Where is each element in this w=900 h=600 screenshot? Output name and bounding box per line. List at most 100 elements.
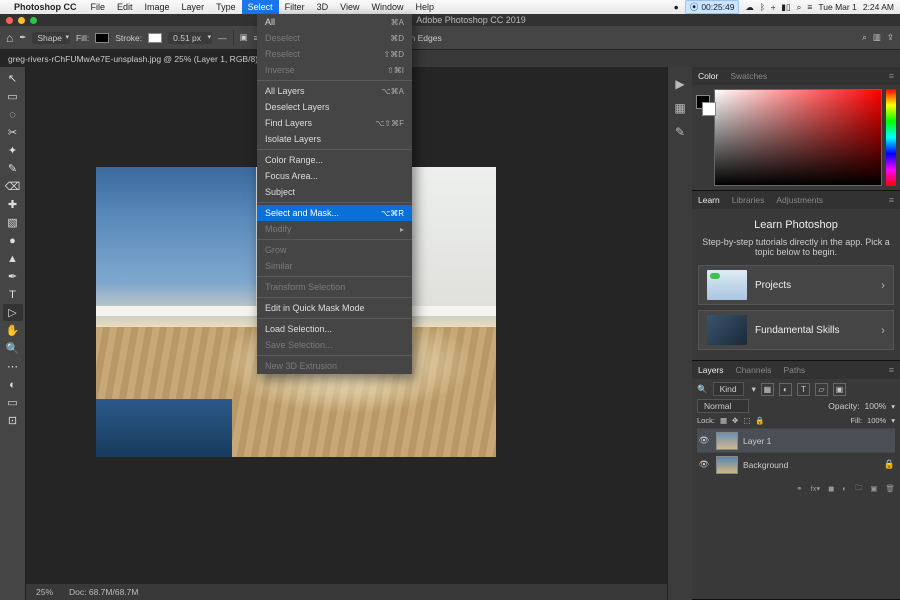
adjustment-icon[interactable]: ◐ bbox=[842, 484, 847, 493]
menubar-date[interactable]: Tue Mar 1 bbox=[818, 2, 856, 12]
tool-12[interactable]: T bbox=[3, 286, 23, 303]
menu-layer[interactable]: Layer bbox=[176, 0, 211, 14]
fill-swatch[interactable] bbox=[95, 33, 109, 43]
menubar-timer[interactable]: ⦿00:25:49 bbox=[685, 0, 740, 14]
menu-item-select-and-mask-[interactable]: Select and Mask...⌥⌘R bbox=[257, 205, 412, 221]
history-icon[interactable]: ▦ bbox=[674, 101, 685, 115]
expand-icon[interactable]: ▶ bbox=[675, 77, 684, 91]
cloud-icon[interactable]: ☁ bbox=[745, 2, 754, 13]
filter-pixel-icon[interactable]: ▦ bbox=[761, 383, 774, 396]
menu-item-subject[interactable]: Subject bbox=[257, 184, 412, 200]
tool-15[interactable]: 🔍 bbox=[3, 340, 23, 357]
tab-channels[interactable]: Channels bbox=[736, 365, 772, 375]
tab-libraries[interactable]: Libraries bbox=[732, 195, 765, 205]
menu-help[interactable]: Help bbox=[409, 0, 440, 14]
path-ops-icon[interactable]: ▣ bbox=[240, 32, 248, 43]
tool-4[interactable]: ✦ bbox=[3, 142, 23, 159]
menu-item-deselect-layers[interactable]: Deselect Layers bbox=[257, 99, 412, 115]
menu-item-focus-area-[interactable]: Focus Area... bbox=[257, 168, 412, 184]
lock-position-icon[interactable]: ✥ bbox=[732, 416, 738, 425]
tool-13[interactable]: ▷ bbox=[3, 304, 23, 321]
panel-menu-icon[interactable]: ≡ bbox=[889, 195, 894, 205]
visibility-icon[interactable]: 👁 bbox=[697, 459, 711, 470]
brush-icon[interactable]: ✎ bbox=[675, 125, 685, 139]
tool-3[interactable]: ✂ bbox=[3, 124, 23, 141]
menu-item-edit-in-quick-mask-mode[interactable]: Edit in Quick Mask Mode bbox=[257, 300, 412, 316]
menu-image[interactable]: Image bbox=[139, 0, 176, 14]
menu-filter[interactable]: Filter bbox=[279, 0, 311, 14]
zoom-level[interactable]: 25% bbox=[36, 587, 53, 597]
link-layers-icon[interactable]: ⚭ bbox=[796, 484, 802, 493]
menu-item-find-layers[interactable]: Find Layers⌥⇧⌘F bbox=[257, 115, 412, 131]
tool-2[interactable]: ◌ bbox=[3, 106, 23, 123]
delete-icon[interactable]: 🗑 bbox=[885, 484, 895, 493]
tool-18[interactable]: ▭ bbox=[3, 394, 23, 411]
filter-smart-icon[interactable]: ▣ bbox=[833, 383, 846, 396]
menu-edit[interactable]: Edit bbox=[111, 0, 139, 14]
search-icon[interactable]: ⌕ bbox=[862, 32, 867, 43]
group-icon[interactable]: 🗀 bbox=[855, 482, 863, 495]
home-icon[interactable]: ⌂ bbox=[6, 31, 13, 45]
menu-item-color-range-[interactable]: Color Range... bbox=[257, 152, 412, 168]
battery-icon[interactable]: ▮▯ bbox=[781, 2, 790, 13]
menu-view[interactable]: View bbox=[334, 0, 365, 14]
minimize-button[interactable] bbox=[18, 17, 25, 24]
menu-item-all[interactable]: All⌘A bbox=[257, 14, 412, 30]
doc-size[interactable]: Doc: 68.7M/68.7M bbox=[69, 587, 138, 597]
fg-bg-swatches[interactable] bbox=[696, 95, 710, 186]
pen-tool-icon[interactable]: ✒ bbox=[19, 32, 26, 43]
tab-color[interactable]: Color bbox=[698, 71, 718, 81]
wifi-icon[interactable]: ⧾ bbox=[771, 2, 775, 13]
blend-mode-select[interactable]: Normal bbox=[697, 399, 749, 413]
menu-select[interactable]: Select bbox=[242, 0, 279, 14]
menu-item-load-selection-[interactable]: Load Selection... bbox=[257, 321, 412, 337]
tool-19[interactable]: ⊡ bbox=[3, 412, 23, 429]
tool-14[interactable]: ✋ bbox=[3, 322, 23, 339]
menu-type[interactable]: Type bbox=[210, 0, 242, 14]
lock-all-icon[interactable]: 🔒 bbox=[755, 416, 764, 425]
tool-1[interactable]: ▭ bbox=[3, 88, 23, 105]
filter-shape-icon[interactable]: ▱ bbox=[815, 383, 828, 396]
lock-pixels-icon[interactable]: ▦ bbox=[720, 416, 727, 425]
control-center-icon[interactable]: ≡ bbox=[807, 2, 812, 12]
tab-swatches[interactable]: Swatches bbox=[730, 71, 767, 81]
opacity-value[interactable]: 100% bbox=[864, 401, 886, 411]
lock-artboard-icon[interactable]: ⬚ bbox=[743, 416, 750, 425]
menubar-time[interactable]: 2:24 AM bbox=[863, 2, 894, 12]
tab-learn[interactable]: Learn bbox=[698, 195, 720, 205]
tool-11[interactable]: ✒ bbox=[3, 268, 23, 285]
panel-menu-icon[interactable]: ≡ bbox=[889, 71, 894, 81]
tool-0[interactable]: ↖ bbox=[3, 70, 23, 87]
search-icon[interactable]: ⌕ bbox=[797, 2, 802, 13]
tool-8[interactable]: ▧ bbox=[3, 214, 23, 231]
menubar-app[interactable]: Photoshop CC bbox=[8, 0, 83, 14]
tool-5[interactable]: ✎ bbox=[3, 160, 23, 177]
fill-value[interactable]: 100% bbox=[867, 416, 886, 425]
menu-file[interactable]: File bbox=[85, 0, 112, 14]
filter-kind-select[interactable]: Kind bbox=[713, 382, 744, 396]
menu-3d[interactable]: 3D bbox=[311, 0, 335, 14]
document-tab[interactable]: greg-rivers-rChFUMwAe7E-unsplash.jpg @ 2… bbox=[0, 50, 267, 67]
tab-adjustments[interactable]: Adjustments bbox=[776, 195, 823, 205]
share-icon[interactable]: ⇪ bbox=[887, 32, 894, 43]
layer-name[interactable]: Background bbox=[743, 460, 788, 470]
filter-adjust-icon[interactable]: ◐ bbox=[779, 383, 792, 396]
mask-icon[interactable]: ◼ bbox=[828, 484, 834, 493]
stroke-swatch[interactable] bbox=[148, 33, 162, 43]
tool-16[interactable]: ⋯ bbox=[3, 358, 23, 375]
menu-item-all-layers[interactable]: All Layers⌥⌘A bbox=[257, 83, 412, 99]
layer-row[interactable]: 👁 Layer 1 bbox=[697, 428, 895, 452]
tool-6[interactable]: ⌫ bbox=[3, 178, 23, 195]
new-layer-icon[interactable]: ▣ bbox=[870, 484, 877, 493]
learn-card-projects[interactable]: Projects › bbox=[698, 265, 894, 305]
layer-row[interactable]: 👁 Background 🔒 bbox=[697, 452, 895, 476]
color-field[interactable] bbox=[714, 89, 882, 186]
tool-7[interactable]: ✚ bbox=[3, 196, 23, 213]
close-button[interactable] bbox=[6, 17, 13, 24]
menu-item-isolate-layers[interactable]: Isolate Layers bbox=[257, 131, 412, 147]
tool-9[interactable]: ● bbox=[3, 232, 23, 249]
bluetooth-icon[interactable]: ᛒ bbox=[760, 2, 765, 12]
menu-window[interactable]: Window bbox=[365, 0, 409, 14]
filter-type-icon[interactable]: T bbox=[797, 383, 810, 396]
learn-card-fundamentals[interactable]: Fundamental Skills › bbox=[698, 310, 894, 350]
